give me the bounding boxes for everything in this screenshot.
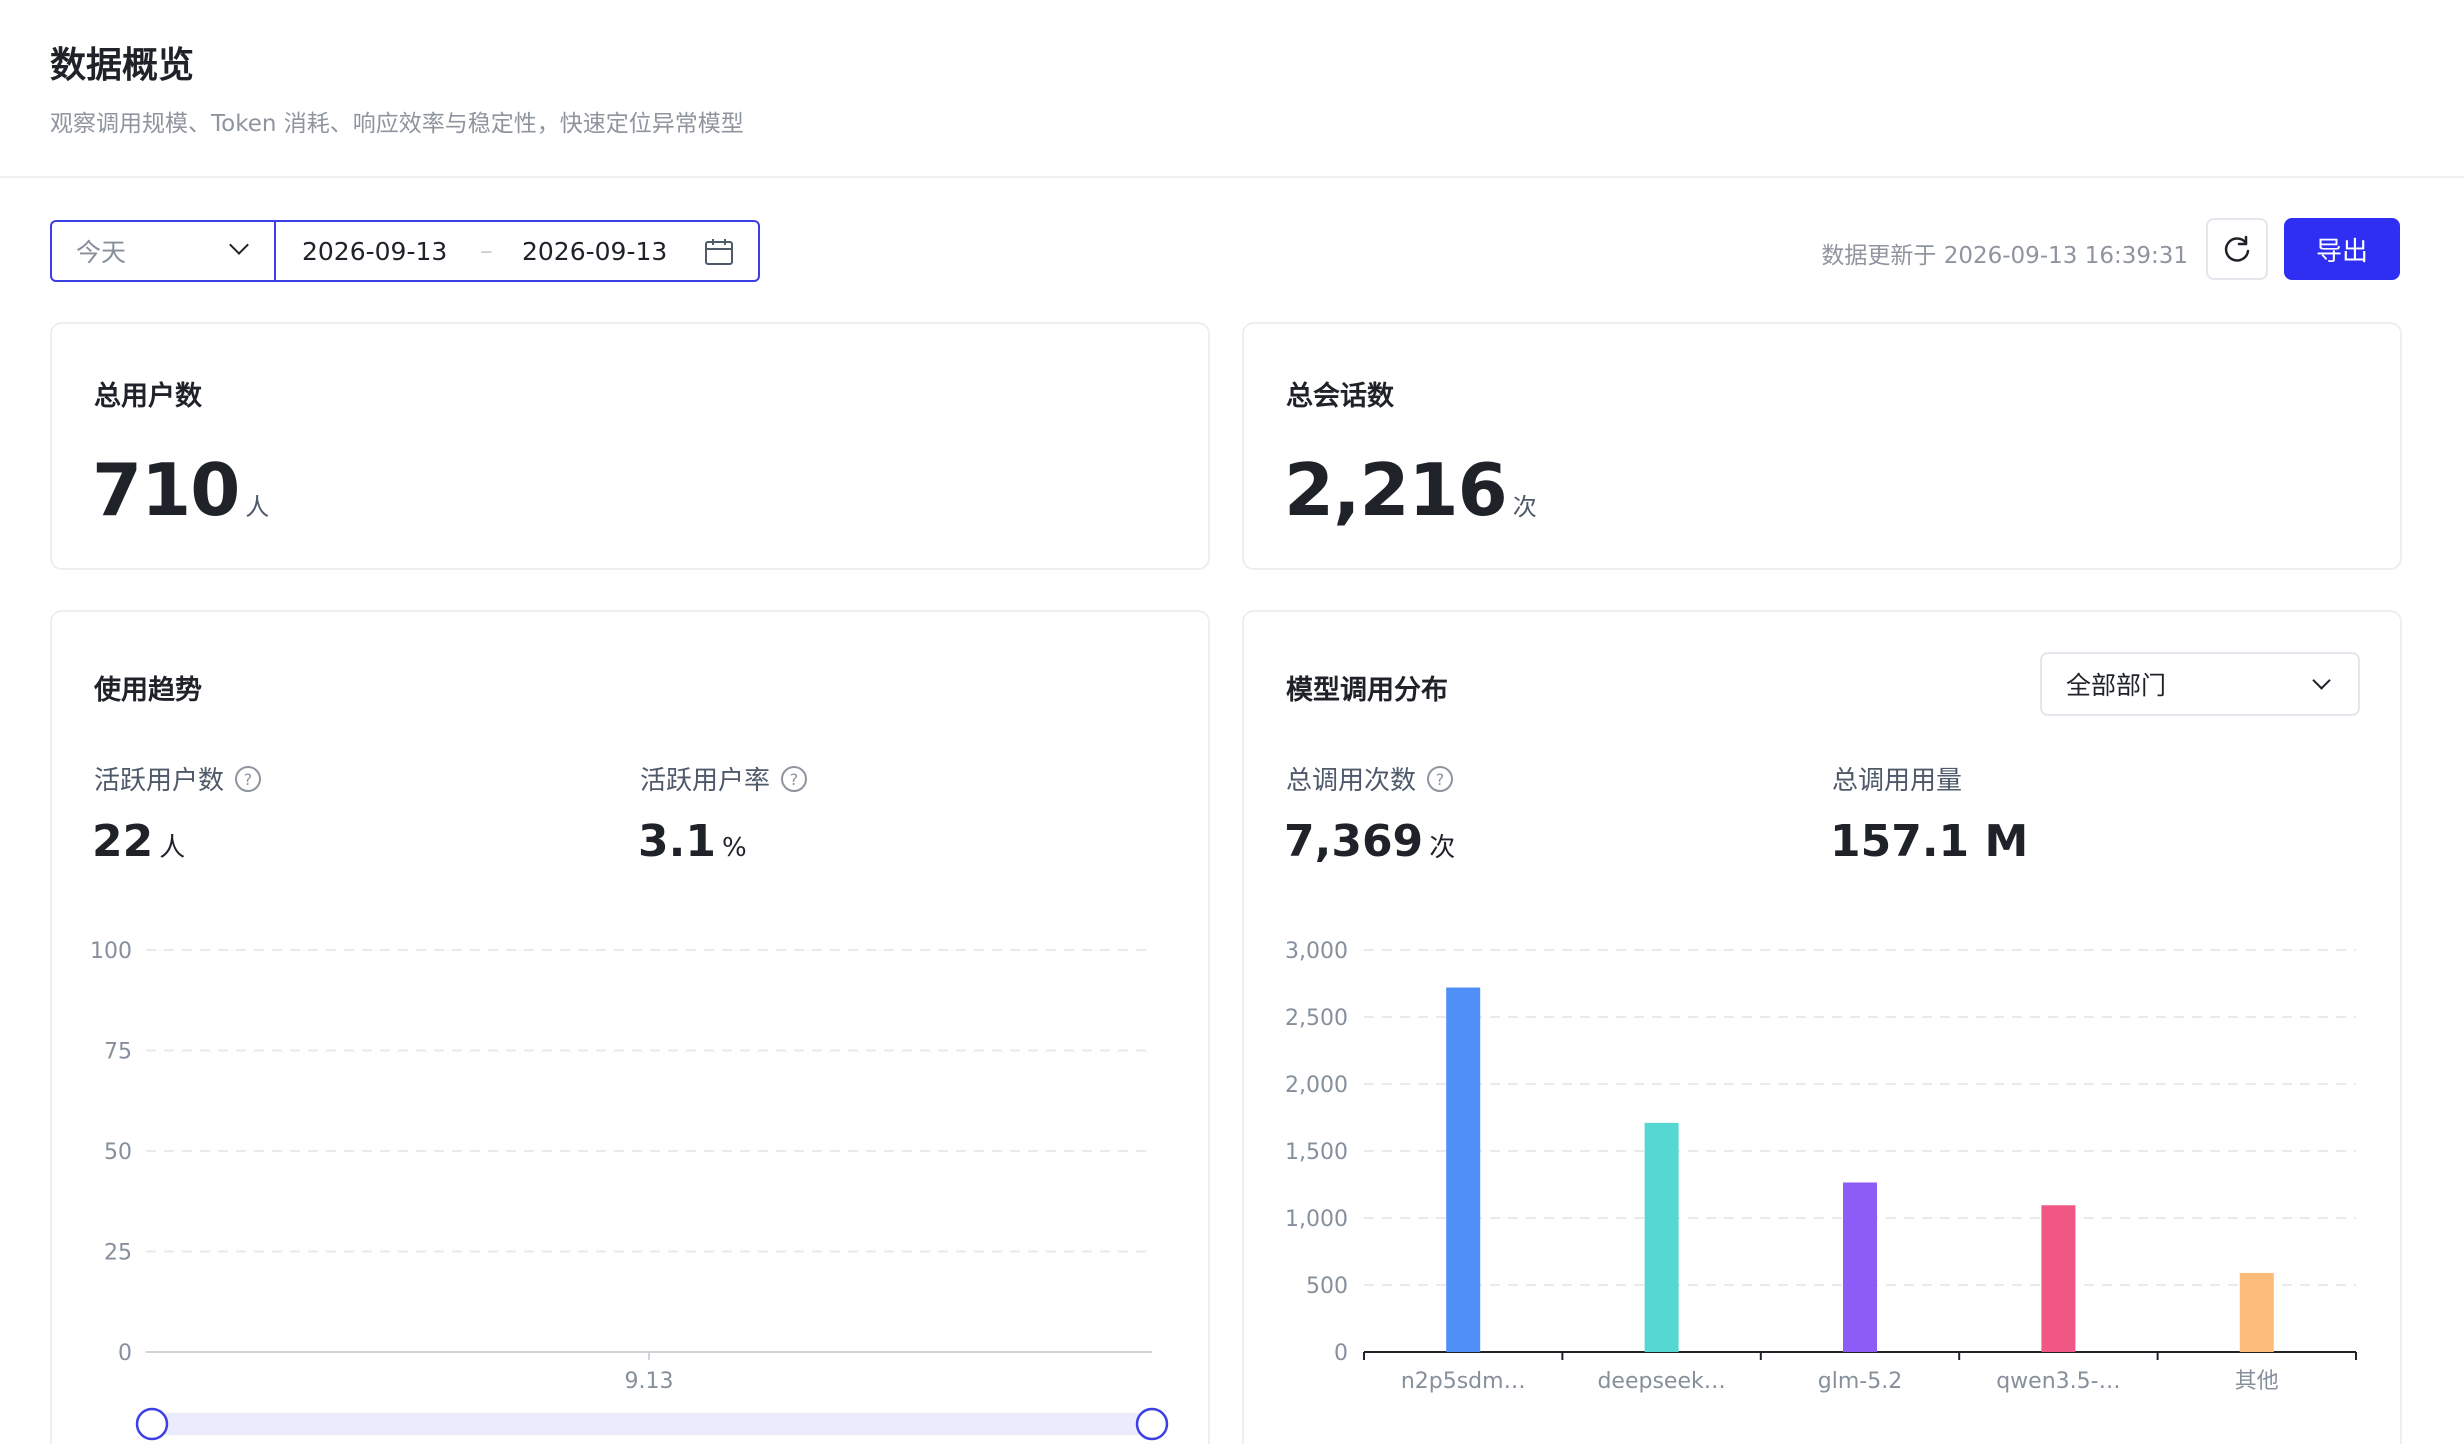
bar-4 (2041, 1205, 2076, 1352)
refresh-icon (2224, 235, 2250, 262)
y-tick-label: 50 (104, 1140, 132, 1165)
page-subtitle: 观察调用规模、Token 消耗、响应效率与稳定性，快速定位异常模型 (50, 111, 744, 137)
help-icon[interactable]: ? (1426, 765, 1454, 793)
total-sessions-value-wrap: 2,216 次 (1284, 448, 1537, 532)
active-users-value-wrap: 22 人 (92, 816, 185, 867)
active-users-label: 活跃用户数 (94, 766, 225, 796)
total-users-label: 总用户数 (94, 381, 202, 412)
calendar-icon[interactable] (704, 237, 734, 267)
start-date-input[interactable]: 2026-09-13 (302, 237, 447, 266)
date-range-preset-select[interactable]: 今天 (50, 220, 276, 282)
department-select[interactable]: 全部部门 (2040, 652, 2360, 716)
y-tick-label: 100 (90, 939, 132, 964)
x-tick-label: deepseek… (1597, 1369, 1725, 1394)
model-distribution-chart: 0 500 1,000 1,500 2,000 2,500 3,000 n2p5sdm… dee… (1285, 939, 2357, 1394)
y-tick-label: 0 (1334, 1341, 1348, 1366)
total-usage-label-wrap: 总调用用量 (1832, 760, 1962, 797)
date-range-preset-value: 今天 (76, 238, 127, 267)
model-distribution-card: 模型调用分布 全部部门 总调用次数 ? 7,369 次 总调用用量 157.1 M… (1242, 610, 2402, 1444)
y-tick-label: 0 (118, 1341, 132, 1366)
end-date-input[interactable]: 2026-09-13 (522, 237, 667, 266)
y-tick-label: 75 (104, 1040, 132, 1065)
help-icon[interactable]: ? (780, 765, 808, 793)
chevron-down-icon (229, 235, 249, 255)
bar-5 (2239, 1272, 2274, 1352)
usage-trend-title: 使用趋势 (94, 675, 202, 706)
page-title: 数据概览 (50, 45, 195, 86)
svg-text:?: ? (790, 770, 799, 789)
total-sessions-unit: 次 (1512, 493, 1537, 521)
svg-text:?: ? (1436, 770, 1445, 789)
chevron-down-icon (2312, 671, 2331, 690)
bar-1 (1446, 987, 1481, 1352)
active-users-value: 22 (92, 816, 154, 867)
model-distribution-title: 模型调用分布 (1286, 675, 1448, 706)
range-slider-start-handle[interactable] (135, 1407, 169, 1441)
y-tick-label: 2,500 (1285, 1006, 1348, 1031)
total-users-value: 710 (92, 448, 240, 532)
x-tick-label: 其他 (2235, 1369, 2279, 1394)
active-rate-value-wrap: 3.1% (638, 816, 747, 867)
total-users-unit: 人 (245, 493, 270, 521)
total-sessions-label: 总会话数 (1286, 381, 1394, 412)
y-tick-label: 1,500 (1285, 1140, 1348, 1165)
bar-3 (1843, 1182, 1877, 1352)
active-rate-label-wrap: 活跃用户率 ? (640, 760, 808, 797)
total-users-value-wrap: 710 人 (92, 448, 269, 532)
date-range-picker[interactable]: 2026-09-13 – 2026-09-13 (274, 220, 760, 282)
help-icon[interactable]: ? (234, 765, 262, 793)
page-header: 数据概览 观察调用规模、Token 消耗、响应效率与稳定性，快速定位异常模型 (0, 0, 2464, 178)
active-rate-value: 3.1 (638, 816, 716, 867)
department-select-value: 全部部门 (2066, 671, 2167, 700)
y-tick-label: 1,000 (1285, 1207, 1348, 1232)
range-slider-track (152, 1413, 1152, 1435)
y-tick-label: 25 (104, 1241, 132, 1266)
total-sessions-card: 总会话数 2,216 次 (1242, 322, 2402, 570)
total-usage-label: 总调用用量 (1832, 766, 1963, 796)
refresh-button[interactable] (2206, 218, 2268, 280)
bar-2 (1644, 1122, 1679, 1352)
usage-trend-card: 使用趋势 活跃用户数 ? 22 人 活跃用户率 ? 3.1% 0 25 50 75 100… (50, 610, 1210, 1444)
total-users-card: 总用户数 710 人 (50, 322, 1210, 570)
range-slider-end-handle[interactable] (1135, 1407, 1169, 1441)
total-usage-value: 157.1 M (1830, 816, 2029, 867)
x-tick-label: qwen3.5-… (1996, 1369, 2120, 1394)
export-button[interactable]: 导出 (2284, 218, 2400, 280)
usage-trend-chart: 0 25 50 75 100 9.13 (90, 939, 1169, 1441)
active-users-unit: 人 (159, 833, 186, 863)
total-sessions-value: 2,216 (1284, 448, 1508, 532)
total-calls-value-wrap: 7,369 次 (1284, 816, 1455, 867)
x-tick-label: glm-5.2 (1818, 1369, 1902, 1394)
active-users-label-wrap: 活跃用户数 ? (94, 760, 262, 797)
x-tick-label: 9.13 (625, 1369, 674, 1394)
total-calls-unit: 次 (1429, 833, 1456, 863)
y-tick-label: 2,000 (1285, 1073, 1348, 1098)
total-calls-label: 总调用次数 (1286, 766, 1417, 796)
total-calls-label-wrap: 总调用次数 ? (1286, 760, 1454, 797)
active-rate-unit: % (721, 833, 747, 863)
active-rate-label: 活跃用户率 (640, 766, 771, 796)
x-tick-label: n2p5sdm… (1401, 1369, 1526, 1394)
svg-text:?: ? (244, 770, 253, 789)
date-separator: – (480, 236, 493, 265)
y-tick-label: 3,000 (1285, 939, 1348, 964)
data-update-time: 数据更新于 2026-09-13 16:39:31 (1821, 243, 2188, 269)
y-tick-label: 500 (1306, 1274, 1348, 1299)
total-calls-value: 7,369 (1284, 816, 1424, 867)
